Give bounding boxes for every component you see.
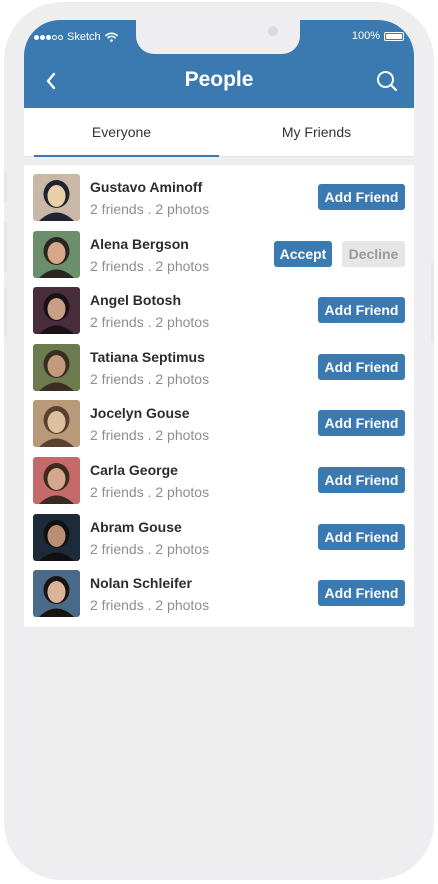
person-name[interactable]: Tatiana Septimus bbox=[90, 349, 205, 365]
wifi-icon bbox=[104, 32, 118, 42]
tab-my-friends[interactable]: My Friends bbox=[219, 108, 414, 156]
phone-side-button bbox=[4, 222, 7, 272]
avatar[interactable] bbox=[33, 513, 80, 561]
person-name[interactable]: Alena Bergson bbox=[90, 236, 189, 252]
search-icon bbox=[377, 71, 398, 92]
avatar[interactable] bbox=[33, 400, 80, 448]
person-stats: 2 friends . 2 photos bbox=[90, 201, 210, 217]
person-row[interactable]: Carla George 2 friends . 2 photos Add Frie… bbox=[24, 448, 414, 504]
battery-percent: 100% bbox=[351, 30, 380, 42]
person-stats: 2 friends . 2 photos bbox=[90, 257, 210, 274]
phone-side-button bbox=[4, 287, 7, 337]
avatar[interactable] bbox=[33, 230, 80, 278]
phone-side-button bbox=[4, 172, 7, 202]
person-name[interactable]: Angel Botosh bbox=[90, 292, 181, 308]
person-name[interactable]: Abram Gouse bbox=[90, 519, 182, 535]
add-friend-button[interactable]: Add Friend bbox=[318, 580, 405, 607]
person-stats: 2 friends . 2 photos bbox=[90, 314, 210, 331]
carrier-label: Sketch bbox=[67, 31, 101, 43]
person-row[interactable]: Nolan Schleifer 2 friends . 2 photos Add F… bbox=[24, 561, 414, 618]
add-friend-button[interactable]: Add Friend bbox=[318, 467, 405, 493]
page-title: People bbox=[184, 68, 254, 91]
avatar[interactable] bbox=[33, 570, 80, 618]
person-row[interactable]: Gustavo Aminoff 2 friends . 2 photos Add F… bbox=[24, 165, 414, 221]
person-stats: 2 friends . 2 photos bbox=[90, 484, 210, 500]
phone-frame: Sketch 100% People Everyone My Friends G… bbox=[4, 2, 434, 880]
person-stats: 2 friends . 2 photos bbox=[90, 540, 210, 557]
phone-notch bbox=[136, 20, 300, 54]
add-friend-button[interactable]: Add Friend bbox=[318, 410, 405, 437]
accept-button[interactable]: Accept bbox=[274, 240, 332, 267]
person-row[interactable]: Jocelyn Gouse 2 friends . 2 photos Add Fri… bbox=[24, 391, 414, 448]
person-name[interactable]: Carla George bbox=[90, 462, 178, 478]
person-name[interactable]: Nolan Schleifer bbox=[90, 575, 192, 591]
person-row[interactable]: Angel Botosh 2 friends . 2 photos Add Frie… bbox=[24, 278, 414, 335]
add-friend-button[interactable]: Add Friend bbox=[318, 297, 405, 324]
tab-bar: Everyone My Friends bbox=[24, 108, 414, 157]
camera-icon bbox=[268, 26, 278, 36]
person-row[interactable]: Tatiana Septimus 2 friends . 2 photos Add … bbox=[24, 335, 414, 391]
avatar[interactable] bbox=[33, 287, 80, 335]
people-list: Gustavo Aminoff 2 friends . 2 photos Add F… bbox=[24, 165, 414, 627]
avatar[interactable] bbox=[33, 174, 80, 221]
person-stats: 2 friends . 2 photos bbox=[90, 597, 210, 614]
status-bar-left: Sketch bbox=[34, 30, 118, 44]
person-stats: 2 friends . 2 photos bbox=[90, 427, 210, 444]
person-name[interactable]: Gustavo Aminoff bbox=[90, 179, 202, 195]
add-friend-button[interactable]: Add Friend bbox=[318, 353, 405, 380]
app-screen: Sketch 100% People Everyone My Friends G… bbox=[24, 20, 414, 860]
add-friend-button[interactable]: Add Friend bbox=[318, 523, 405, 550]
person-name[interactable]: Jocelyn Gouse bbox=[90, 405, 190, 421]
app-header: Sketch 100% People bbox=[24, 20, 414, 108]
phone-side-button bbox=[431, 262, 434, 342]
person-row[interactable]: Abram Gouse 2 friends . 2 photos Add Frien… bbox=[24, 505, 414, 561]
person-row[interactable]: Alena Bergson 2 friends . 2 photos Accept D… bbox=[24, 222, 414, 278]
person-stats: 2 friends . 2 photos bbox=[90, 370, 210, 387]
search-button[interactable] bbox=[374, 68, 400, 94]
avatar[interactable] bbox=[33, 457, 80, 504]
signal-dots-icon bbox=[34, 34, 63, 40]
decline-button[interactable]: Decline bbox=[342, 240, 405, 267]
status-bar-right: 100% bbox=[352, 30, 404, 42]
avatar[interactable] bbox=[33, 343, 80, 391]
battery-icon bbox=[384, 31, 404, 41]
tab-everyone[interactable]: Everyone bbox=[24, 108, 219, 157]
add-friend-button[interactable]: Add Friend bbox=[318, 184, 405, 210]
